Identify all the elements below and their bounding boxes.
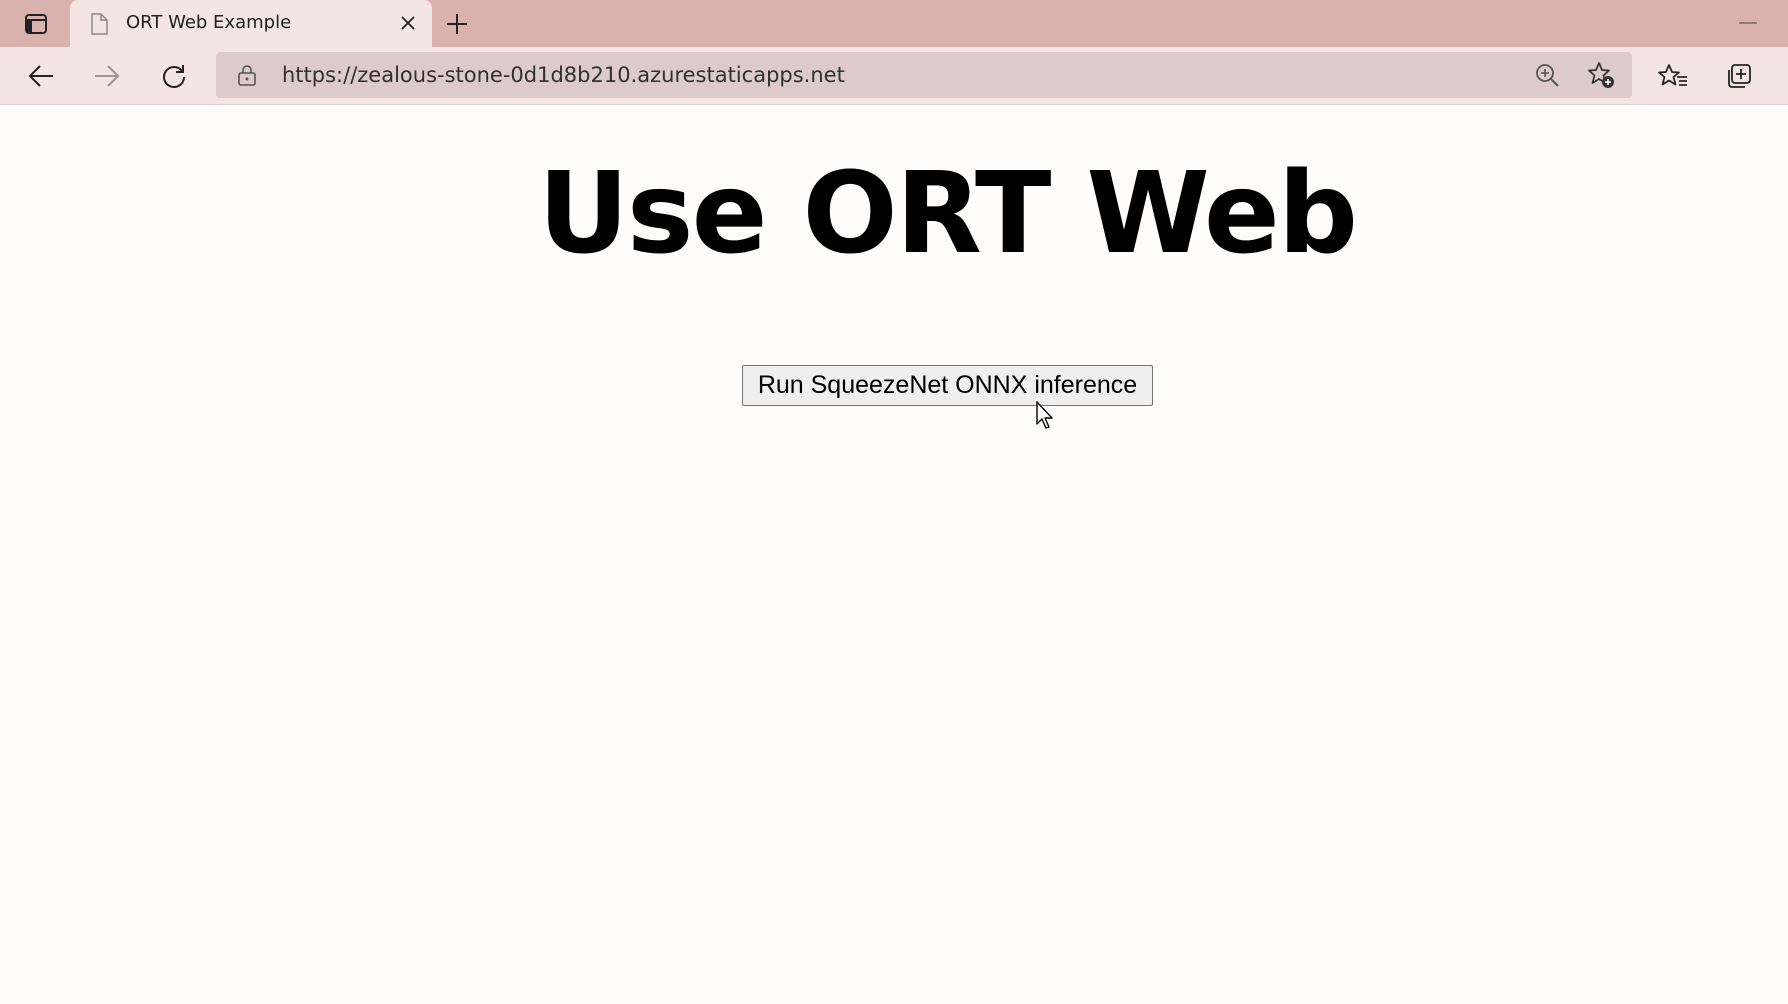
refresh-button[interactable] [153, 55, 195, 97]
run-inference-button[interactable]: Run SqueezeNet ONNX inference [742, 365, 1153, 406]
tab-title: ORT Web Example [126, 12, 292, 33]
close-icon [401, 16, 415, 30]
forward-arrow-icon [95, 65, 120, 87]
tab-strip: ORT Web Example [0, 0, 1788, 47]
tab-actions-icon [25, 14, 47, 34]
favorites-button[interactable] [1652, 55, 1694, 97]
add-favorite-button[interactable] [1582, 56, 1620, 94]
refresh-icon [163, 65, 185, 88]
forward-button[interactable] [86, 55, 128, 97]
page-title: Use ORT Web [537, 149, 1358, 279]
page-viewport: Use ORT Web Run SqueezeNet ONNX inferenc… [0, 106, 1788, 1004]
back-arrow-icon [28, 65, 53, 87]
back-button[interactable] [20, 55, 62, 97]
zoom-in-icon [1536, 64, 1559, 87]
url-text[interactable]: https://zealous-stone-0d1d8b210.azuresta… [282, 52, 845, 98]
collections-button[interactable] [1718, 55, 1760, 97]
minimize-button[interactable] [1730, 10, 1766, 36]
active-tab[interactable]: ORT Web Example [70, 0, 432, 47]
lock-icon [238, 65, 256, 86]
add-favorite-icon [1588, 62, 1614, 88]
favorites-icon [1658, 64, 1687, 86]
document-icon [91, 13, 108, 35]
collections-icon [1728, 64, 1751, 88]
plus-icon [447, 14, 467, 34]
minimize-icon [1739, 22, 1757, 24]
browser-toolbar: https://zealous-stone-0d1d8b210.azuresta… [0, 47, 1788, 105]
tab-close-button[interactable] [396, 11, 420, 35]
address-bar[interactable]: https://zealous-stone-0d1d8b210.azuresta… [216, 52, 1632, 98]
tab-actions-button[interactable] [18, 9, 54, 39]
zoom-button[interactable] [1528, 56, 1566, 94]
new-tab-button[interactable] [440, 7, 474, 41]
